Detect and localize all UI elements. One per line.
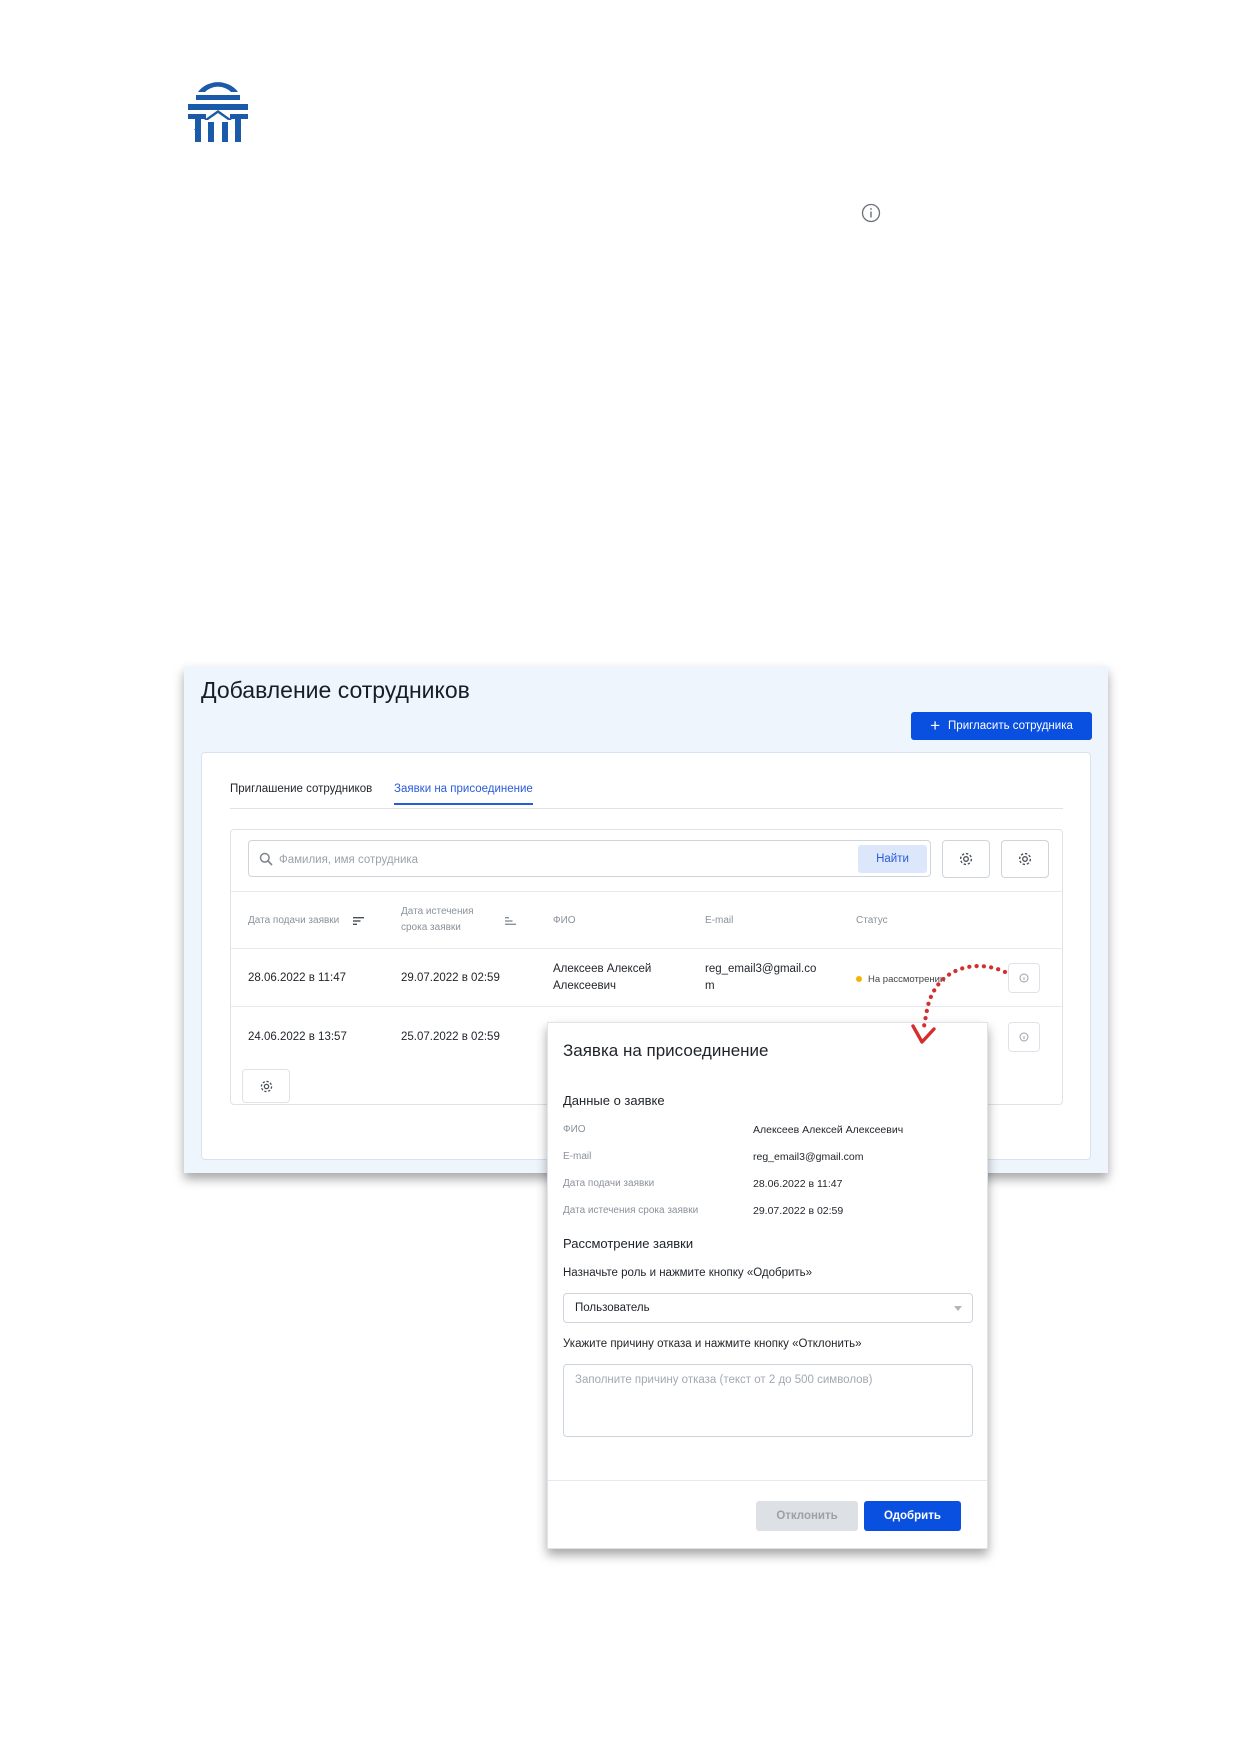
sort-icon[interactable] [505, 916, 517, 926]
field-value-expires: 29.07.2022 в 02:59 [753, 1205, 844, 1217]
find-button[interactable]: Найти [858, 845, 927, 873]
field-value-email: reg_email3@gmail.com [753, 1151, 864, 1163]
columns-settings-button[interactable] [242, 1069, 290, 1103]
gear-icon [260, 1080, 272, 1092]
reject-hint: Укажите причину отказа и нажмите кнопку … [563, 1338, 862, 1350]
status-dot [856, 976, 862, 982]
field-value-submitted: 28.06.2022 в 11:47 [753, 1178, 843, 1190]
cell-expires: 29.07.2022 в 02:59 [401, 972, 500, 984]
dotted-arrow-icon [911, 963, 1008, 1044]
tab-join-requests[interactable]: Заявки на присоединение [394, 783, 533, 805]
reject-button[interactable]: Отклонить [756, 1501, 858, 1531]
join-request-modal: Заявка на присоединение Данные о заявке … [547, 1022, 988, 1549]
cell-submitted: 24.06.2022 в 13:57 [248, 1031, 347, 1043]
column-email: E-mail [705, 915, 734, 926]
info-icon [1019, 973, 1029, 983]
tab-invitations[interactable]: Приглашение сотрудников [230, 783, 372, 803]
table-settings-button[interactable] [1001, 840, 1049, 878]
field-label-submitted: Дата подачи заявки [563, 1178, 655, 1189]
approve-button[interactable]: Одобрить [864, 1501, 961, 1531]
cell-email-line2: m [705, 980, 715, 992]
role-hint: Назначьте роль и нажмите кнопку «Одобрит… [563, 1267, 813, 1279]
cell-name: Алексеев Алексей Алексеевич [553, 961, 651, 995]
field-label-expires: Дата истечения срока заявки [563, 1205, 699, 1216]
field-value-name: Алексеев Алексей Алексеевич [753, 1124, 904, 1136]
column-expires[interactable]: Дата истечения срока заявки [401, 904, 474, 936]
gear-icon [959, 852, 973, 866]
table-header: Дата подачи заявки Дата истечения срока … [231, 891, 1062, 949]
cell-expires: 25.07.2022 в 02:59 [401, 1031, 500, 1043]
invite-employee-label: Пригласить сотрудника [948, 720, 1073, 732]
page-title: Добавление сотрудников [201, 677, 470, 703]
gear-icon [1018, 852, 1032, 866]
info-icon [861, 203, 881, 223]
tab-bar: Приглашение сотрудников Заявки на присое… [230, 783, 1063, 809]
cell-email-line1: reg_email3@gmail.co [705, 963, 817, 975]
column-submitted[interactable]: Дата подачи заявки [248, 913, 339, 929]
role-select-value: Пользователь [575, 1302, 650, 1314]
role-select[interactable]: Пользователь [563, 1293, 973, 1323]
column-expires-line1: Дата истечения [401, 906, 474, 917]
cell-name-line1: Алексеев Алексей [553, 963, 652, 975]
modal-title: Заявка на присоединение [563, 1041, 769, 1060]
column-expires-line2: срока заявки [401, 922, 461, 933]
sort-desc-icon[interactable] [353, 916, 365, 926]
column-status: Статус [856, 915, 888, 926]
cell-name-line2: Алексеевич [553, 980, 617, 992]
info-icon [1019, 1032, 1029, 1042]
cell-submitted: 28.06.2022 в 11:47 [248, 972, 346, 984]
field-label-name: ФИО [563, 1124, 586, 1135]
plus-icon: + [930, 715, 941, 735]
cell-email: reg_email3@gmail.co m [705, 961, 816, 995]
field-label-email: E-mail [563, 1151, 592, 1162]
modal-footer-divider [548, 1480, 987, 1481]
chevron-down-icon [954, 1306, 962, 1311]
section-review: Рассмотрение заявки [563, 1236, 694, 1251]
company-logo-icon [188, 82, 248, 142]
section-request-data: Данные о заявке [563, 1093, 665, 1108]
search-input[interactable] [277, 850, 837, 870]
invite-employee-button[interactable]: + Пригласить сотрудника [911, 712, 1092, 740]
filter-settings-button[interactable] [942, 840, 990, 878]
search-field: Найти [248, 840, 931, 877]
search-icon [259, 852, 273, 866]
reject-reason-input[interactable] [563, 1364, 973, 1437]
column-name: ФИО [553, 915, 576, 926]
